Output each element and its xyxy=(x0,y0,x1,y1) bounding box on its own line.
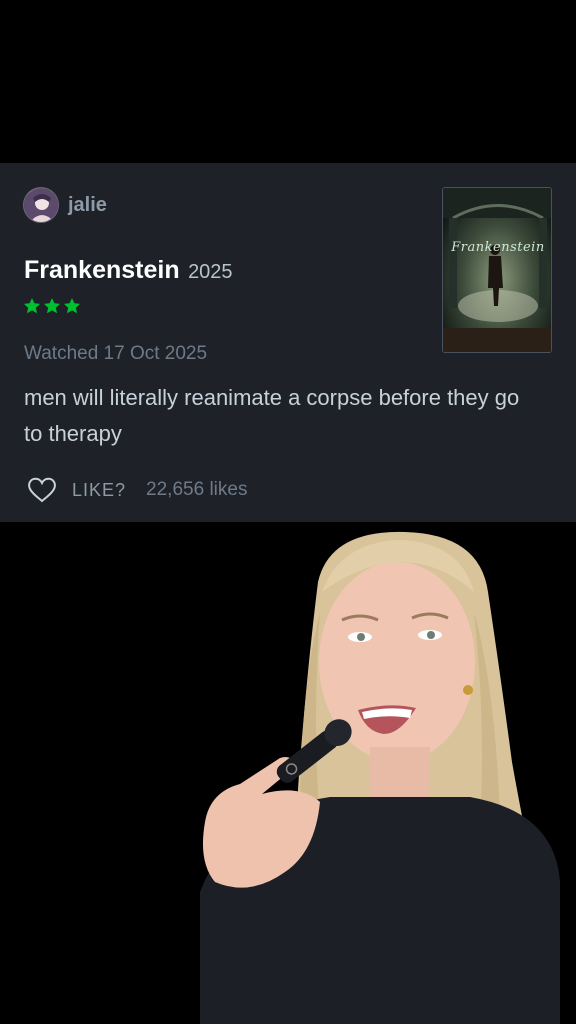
like-button[interactable]: LIKE? xyxy=(72,480,126,501)
review-card: jalie Frankenstein 2025 Watched 17 Oct 2… xyxy=(0,163,576,522)
watched-date: Watched 17 Oct 2025 xyxy=(24,343,208,364)
star-icon xyxy=(43,297,61,315)
like-count[interactable]: 22,656 likes xyxy=(146,479,247,501)
screen: jalie Frankenstein 2025 Watched 17 Oct 2… xyxy=(0,0,576,1024)
star-rating xyxy=(23,297,81,315)
user-row[interactable]: jalie xyxy=(23,187,107,223)
video-frame xyxy=(0,522,576,1024)
like-row: LIKE? 22,656 likes xyxy=(27,477,247,503)
film-title[interactable]: Frankenstein xyxy=(24,256,180,284)
poster-title: Frankenstein xyxy=(451,240,545,255)
film-year[interactable]: 2025 xyxy=(188,261,233,283)
review-text: men will literally reanimate a corpse be… xyxy=(24,385,520,446)
username[interactable]: jalie xyxy=(68,194,107,217)
star-icon xyxy=(23,297,41,315)
film-title-row: Frankenstein 2025 xyxy=(24,256,233,285)
heart-outline-icon[interactable] xyxy=(27,477,57,503)
film-poster[interactable]: Frankenstein xyxy=(442,187,552,353)
avatar[interactable] xyxy=(23,187,59,223)
star-icon xyxy=(63,297,81,315)
